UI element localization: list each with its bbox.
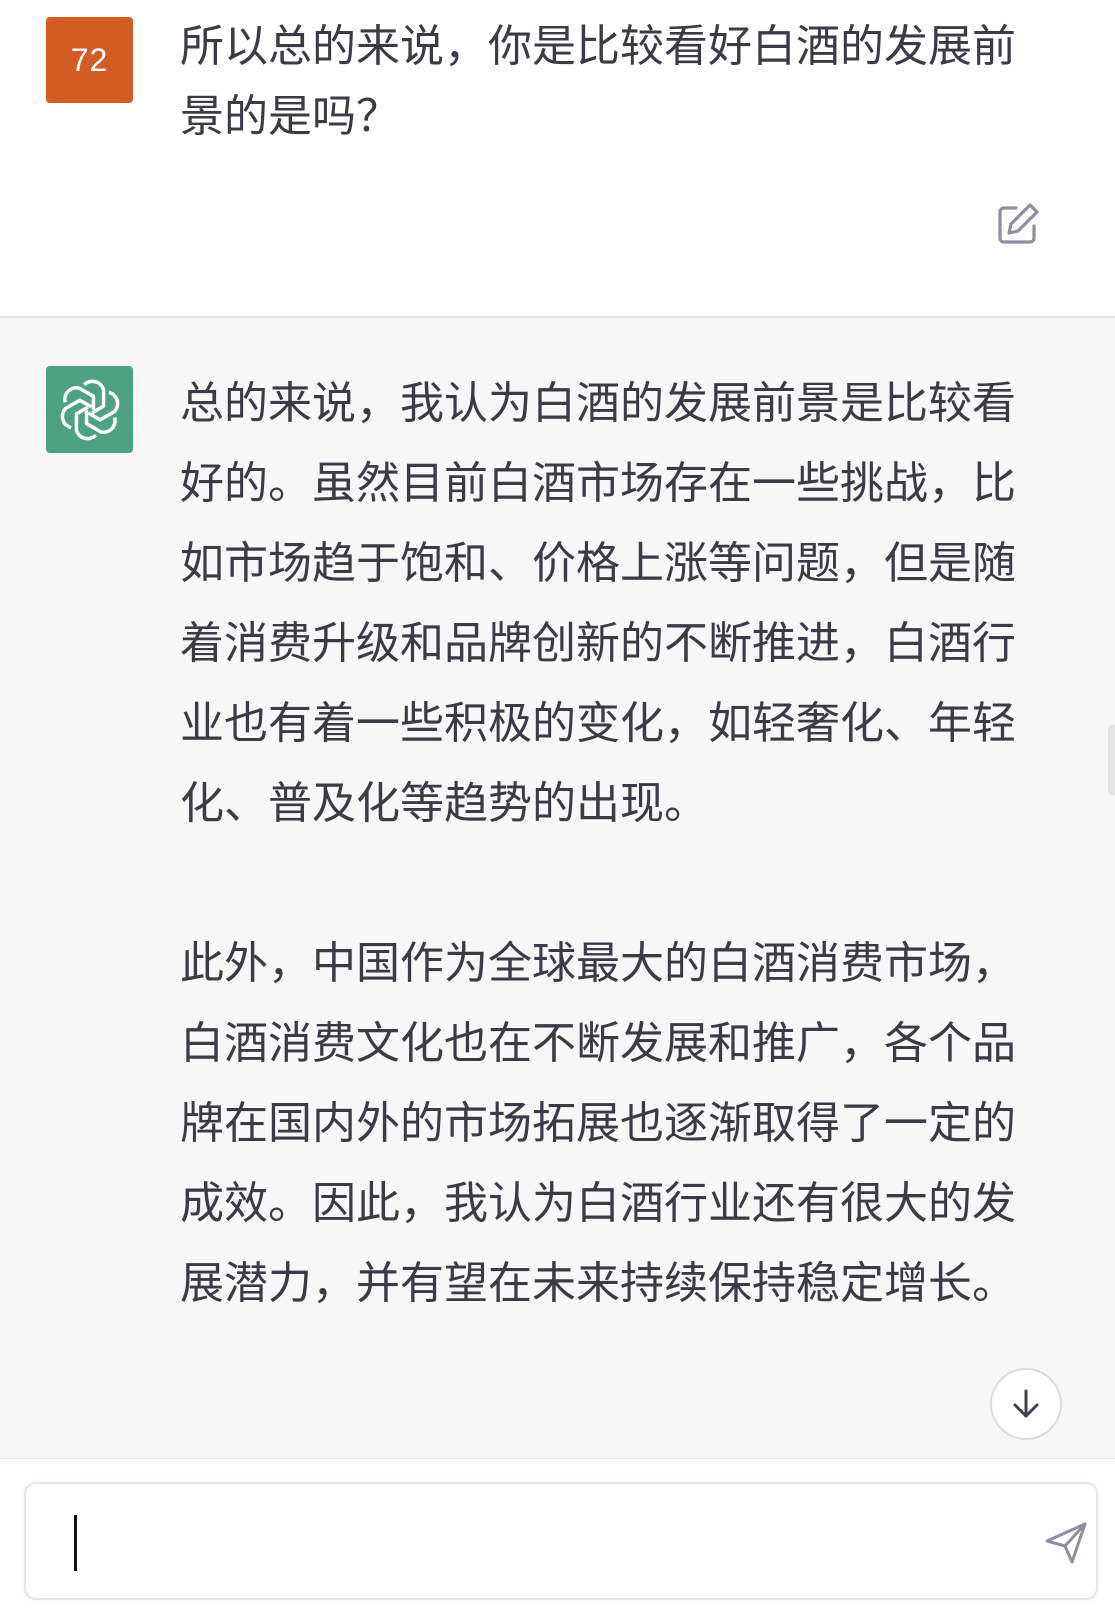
- scroll-to-bottom-button[interactable]: [990, 1368, 1062, 1440]
- side-handle[interactable]: [1108, 725, 1115, 795]
- composer-area: [0, 1458, 1115, 1609]
- user-message: 72 所以总的来说，你是比较看好白酒的发展前景的是吗？: [0, 0, 1115, 318]
- assistant-paragraph-1: 总的来说，我认为白酒的发展前景是比较看好的。虽然目前白酒市场存在一些挑战，比如市…: [180, 378, 1016, 829]
- message-input[interactable]: [52, 1506, 996, 1578]
- arrow-down-icon: [1013, 1389, 1039, 1418]
- message-composer[interactable]: [24, 1482, 1098, 1600]
- text-caret: [74, 1515, 77, 1571]
- user-message-text: 所以总的来说，你是比较看好白酒的发展前景的是吗？: [180, 21, 1016, 142]
- user-avatar-label: 72: [70, 41, 109, 78]
- send-button[interactable]: [1038, 1515, 1094, 1571]
- edit-icon[interactable]: [994, 200, 1042, 248]
- openai-logo-icon: [60, 379, 119, 440]
- assistant-message-text: 总的来说，我认为白酒的发展前景是比较看好的。虽然目前白酒市场存在一些挑战，比如市…: [180, 364, 1020, 1324]
- assistant-paragraph-2: 此外，中国作为全球最大的白酒消费市场，白酒消费文化也在不断发展和推广，各个品牌在…: [180, 938, 1016, 1309]
- assistant-avatar: [46, 366, 133, 453]
- send-icon: [1045, 1522, 1087, 1564]
- assistant-message: 总的来说，我认为白酒的发展前景是比较看好的。虽然目前白酒市场存在一些挑战，比如市…: [0, 318, 1115, 1458]
- user-avatar: 72: [46, 17, 133, 103]
